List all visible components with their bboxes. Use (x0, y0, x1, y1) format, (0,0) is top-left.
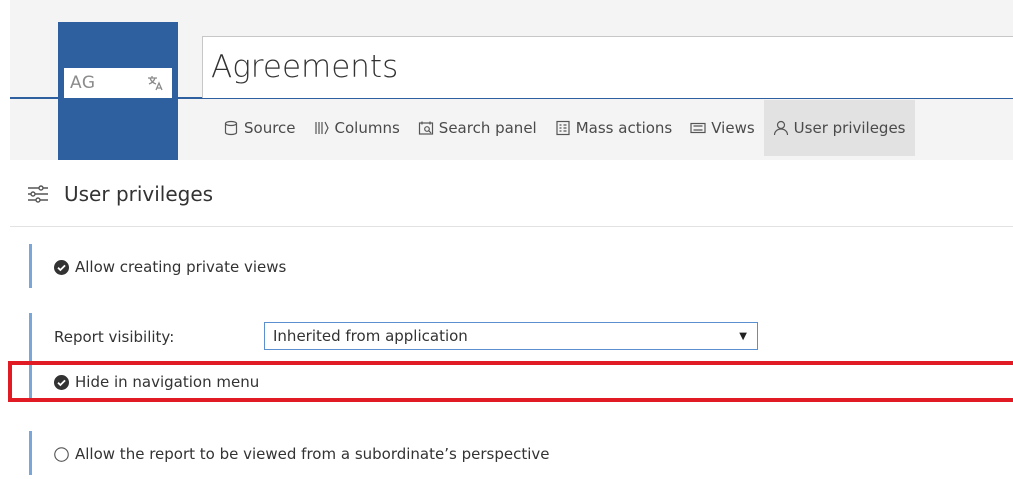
title-box: Agreements (202, 36, 1013, 98)
database-icon (224, 120, 238, 136)
sliders-icon (28, 185, 48, 203)
tab-label: User privileges (793, 119, 906, 137)
mass-actions-icon (556, 120, 570, 136)
option-indicator (29, 244, 32, 288)
tab-search-panel[interactable]: Search panel (409, 100, 546, 156)
caret-down-icon: ▼ (739, 330, 747, 342)
checked-circle-icon (54, 374, 69, 390)
search-panel-icon (418, 121, 433, 135)
private-views-option[interactable]: Allow creating private views (54, 258, 286, 276)
tab-bar: Source Columns Search panel Mass actions… (214, 100, 915, 156)
option-label: Hide in navigation menu (75, 373, 260, 391)
tab-mass-actions[interactable]: Mass actions (546, 100, 682, 156)
checked-circle-icon (54, 259, 69, 275)
translate-icon (148, 76, 163, 91)
app-logo[interactable]: AG (64, 68, 172, 98)
tab-label: Views (711, 119, 755, 137)
logo-text: AG (70, 73, 96, 93)
page-title: Agreements (211, 49, 399, 85)
section-header: User privileges (26, 182, 213, 206)
columns-icon (314, 121, 329, 135)
tab-user-privileges[interactable]: User privileges (763, 100, 915, 156)
views-icon (690, 122, 706, 134)
select-value: Inherited from application (273, 327, 468, 345)
hide-navigation-option[interactable]: Hide in navigation menu (54, 373, 259, 391)
subordinate-perspective-option[interactable]: Allow the report to be viewed from a sub… (54, 445, 549, 463)
tab-label: Columns (334, 119, 400, 137)
user-icon (773, 120, 788, 136)
tab-label: Source (244, 119, 296, 137)
tab-source[interactable]: Source (214, 100, 305, 156)
option-label: Allow creating private views (75, 258, 287, 276)
option-label: Allow the report to be viewed from a sub… (75, 445, 550, 463)
tab-columns[interactable]: Columns (305, 100, 409, 156)
report-visibility-label: Report visibility: (54, 328, 175, 346)
tab-views[interactable]: Views (681, 100, 763, 156)
unchecked-circle-icon (54, 446, 69, 462)
section-title: User privileges (64, 182, 214, 206)
option-indicator (29, 431, 32, 475)
report-visibility-select[interactable]: Inherited from application ▼ (264, 322, 758, 350)
section-divider (10, 226, 1013, 227)
tab-label: Search panel (438, 119, 537, 137)
tab-label: Mass actions (575, 119, 673, 137)
